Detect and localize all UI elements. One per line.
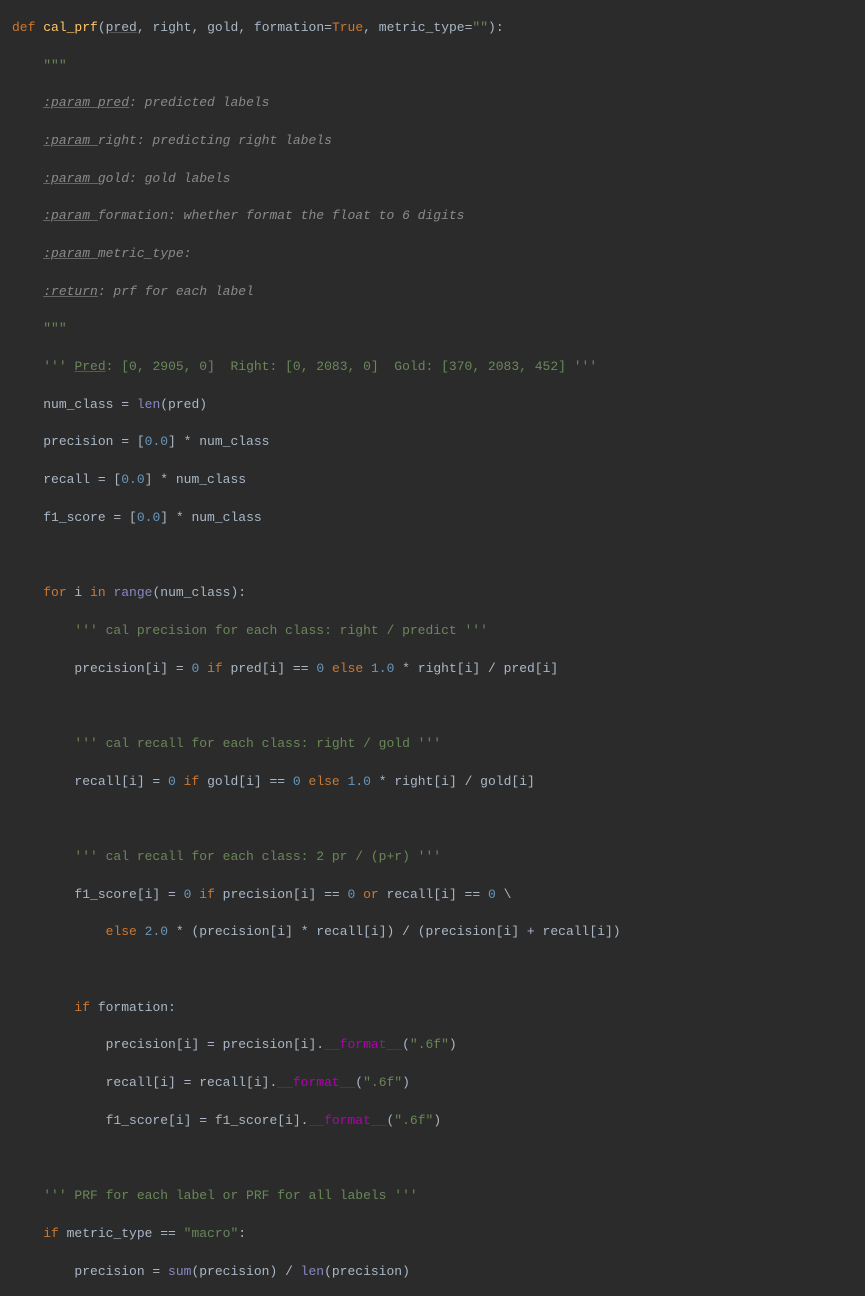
- code-line: f1_score = [0.0] * num_class: [2, 509, 865, 528]
- code-line: """: [2, 320, 865, 339]
- code-line: f1_score[i] = f1_score[i].__format__(".6…: [2, 1112, 865, 1131]
- code-line: f1_score[i] = 0 if precision[i] == 0 or …: [2, 886, 865, 905]
- code-line: recall[i] = recall[i].__format__(".6f"): [2, 1074, 865, 1093]
- code-line: for i in range(num_class):: [2, 584, 865, 603]
- code-line: ''' PRF for each label or PRF for all la…: [2, 1187, 865, 1206]
- code-line: [2, 546, 865, 565]
- code-line: :param right: predicting right labels: [2, 132, 865, 151]
- code-line: else 2.0 * (precision[i] * recall[i]) / …: [2, 923, 865, 942]
- code-line: :param formation: whether format the flo…: [2, 207, 865, 226]
- code-line: :param gold: gold labels: [2, 170, 865, 189]
- code-line: :return: prf for each label: [2, 283, 865, 302]
- code-line: num_class = len(pred): [2, 396, 865, 415]
- code-line: def cal_prf(pred, right, gold, formation…: [2, 19, 865, 38]
- code-line: if metric_type == "macro":: [2, 1225, 865, 1244]
- code-line: precision[i] = precision[i].__format__("…: [2, 1036, 865, 1055]
- code-line: [2, 697, 865, 716]
- code-line: ''' cal recall for each class: right / g…: [2, 735, 865, 754]
- code-line: [2, 810, 865, 829]
- code-line: :param pred: predicted labels: [2, 94, 865, 113]
- code-editor[interactable]: def cal_prf(pred, right, gold, formation…: [0, 0, 865, 1296]
- code-line: recall = [0.0] * num_class: [2, 471, 865, 490]
- code-line: precision = sum(precision) / len(precisi…: [2, 1263, 865, 1282]
- code-line: ''' Pred: [0, 2905, 0] Right: [0, 2083, …: [2, 358, 865, 377]
- code-line: ''' cal recall for each class: 2 pr / (p…: [2, 848, 865, 867]
- code-line: precision = [0.0] * num_class: [2, 433, 865, 452]
- code-line: [2, 1149, 865, 1168]
- code-line: ''' cal precision for each class: right …: [2, 622, 865, 641]
- code-line: if formation:: [2, 999, 865, 1018]
- code-line: :param metric_type:: [2, 245, 865, 264]
- code-line: [2, 961, 865, 980]
- code-line: recall[i] = 0 if gold[i] == 0 else 1.0 *…: [2, 773, 865, 792]
- code-line: precision[i] = 0 if pred[i] == 0 else 1.…: [2, 660, 865, 679]
- code-line: """: [2, 57, 865, 76]
